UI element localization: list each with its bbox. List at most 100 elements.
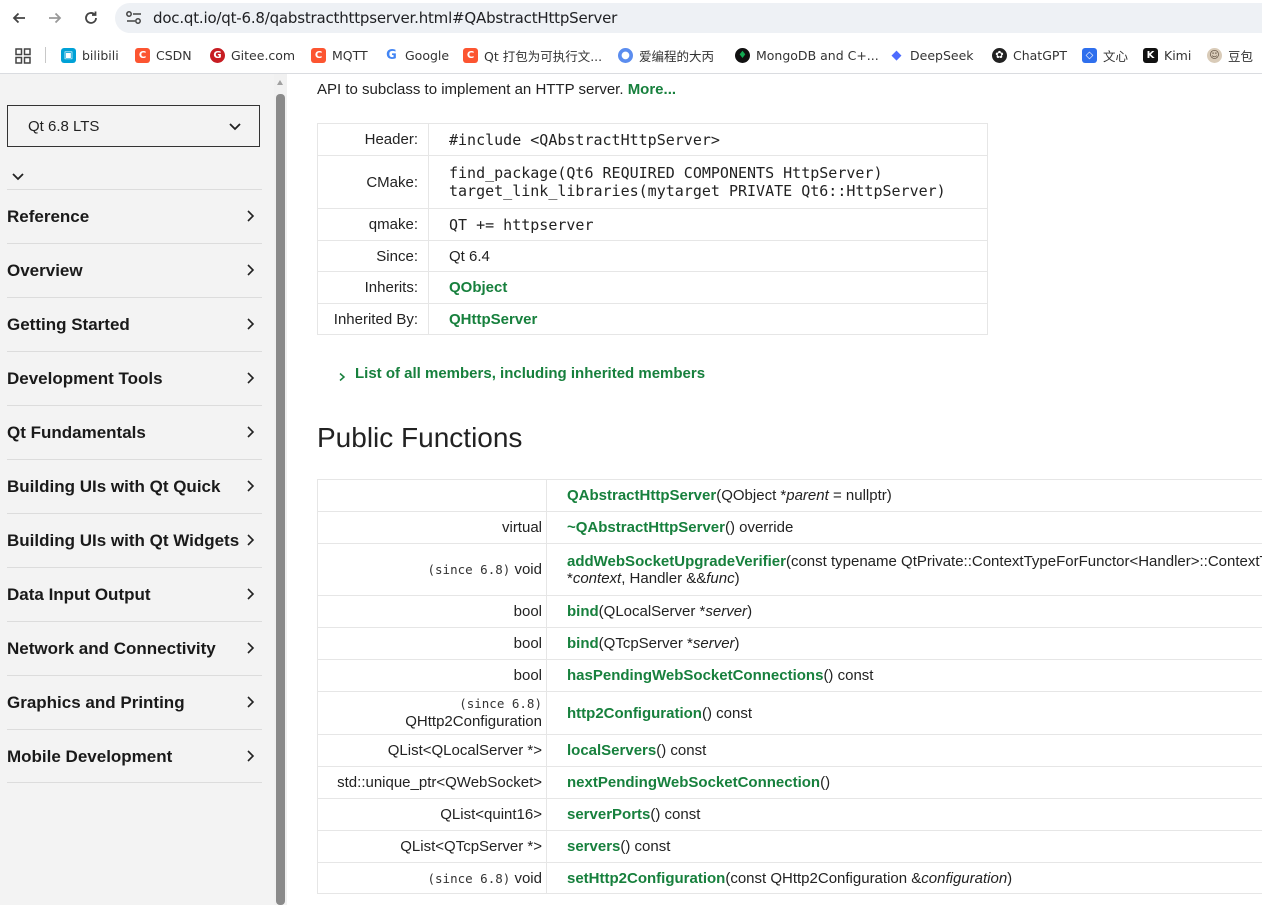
sidebar-item-label: Graphics and Printing xyxy=(7,693,185,712)
bookmark-deepseek[interactable]: ◆ DeepSeek xyxy=(889,45,974,65)
bookmark-mqtt[interactable]: C MQTT xyxy=(311,45,368,65)
return-type: virtual xyxy=(317,511,547,544)
function-signature: hasPendingWebSocketConnections() const xyxy=(546,659,1262,692)
bookmark-aibiancheng[interactable]: ● 爱编程的大丙 xyxy=(618,45,714,65)
function-row: bool bind(QLocalServer *server) xyxy=(317,595,1262,628)
inherits-link[interactable]: QObject xyxy=(449,279,507,296)
function-link[interactable]: setHttp2Configuration xyxy=(567,870,725,887)
function-row: bool bind(QTcpServer *server) xyxy=(317,627,1262,660)
sidebar-item-development-tools[interactable]: Development Tools xyxy=(7,351,262,405)
since-badge: (since 6.8) xyxy=(427,562,511,577)
since-badge: (since 6.8) xyxy=(459,696,542,711)
info-row-since: Since: Qt 6.4 xyxy=(317,240,988,272)
bookmark-google[interactable]: G Google xyxy=(384,45,449,65)
function-signature: setHttp2Configuration(const QHttp2Config… xyxy=(546,862,1262,894)
info-key: Inherits: xyxy=(317,271,429,304)
function-link[interactable]: nextPendingWebSocketConnection xyxy=(567,774,820,791)
all-members-toggle[interactable]: List of all members, including inherited… xyxy=(337,365,705,382)
sidebar-item-label: Reference xyxy=(7,207,90,226)
bookmark-gitee[interactable]: G Gitee.com xyxy=(210,45,295,65)
brief-text: API to subclass to implement an HTTP ser… xyxy=(317,81,624,98)
sidebar-item-label: Building UIs with Qt Quick xyxy=(7,477,221,496)
chevron-right-icon xyxy=(246,695,256,709)
bookmark-chatgpt[interactable]: ✿ ChatGPT xyxy=(992,45,1067,65)
url-text[interactable]: doc.qt.io/qt-6.8/qabstracthttpserver.htm… xyxy=(153,9,617,27)
function-link[interactable]: ~QAbstractHttpServer xyxy=(567,519,725,536)
function-row: QAbstractHttpServer(QObject *parent = nu… xyxy=(317,479,1262,512)
scroll-up-arrow-icon[interactable] xyxy=(277,80,283,85)
info-row-cmake: CMake: find_package(Qt6 REQUIRED COMPONE… xyxy=(317,155,988,209)
function-link[interactable]: bind xyxy=(567,635,599,652)
sidebar-item-data-input-output[interactable]: Data Input Output xyxy=(7,567,262,621)
sidebar-item-label: Building UIs with Qt Widgets xyxy=(7,531,240,550)
function-signature: localServers() const xyxy=(546,734,1262,767)
sidebar-item-overview[interactable]: Overview xyxy=(7,243,262,297)
kimi-icon: K xyxy=(1143,47,1158,63)
bookmark-wenxin[interactable]: ◇ 文心 xyxy=(1082,45,1128,65)
sidebar-item-label: Development Tools xyxy=(7,369,163,388)
info-key: Inherited By: xyxy=(317,303,429,335)
function-link[interactable]: QAbstractHttpServer xyxy=(567,487,716,504)
function-row: (since 6.8) QHttp2Configuration http2Conf… xyxy=(317,691,1262,735)
info-row-inherits: Inherits: QObject xyxy=(317,271,988,304)
function-row: virtual ~QAbstractHttpServer() override xyxy=(317,511,1262,544)
function-link[interactable]: servers xyxy=(567,838,620,855)
forward-icon[interactable] xyxy=(43,6,67,30)
bookmark-qt-packaging[interactable]: C Qt 打包为可执行文... xyxy=(463,45,602,65)
info-row-qmake: qmake: QT += httpserver xyxy=(317,208,988,241)
return-type: QList<quint16> xyxy=(317,798,547,831)
chevron-right-icon xyxy=(246,641,256,655)
chevron-down-icon xyxy=(227,118,243,134)
function-link[interactable]: bind xyxy=(567,603,599,620)
sidebar-item-graphics[interactable]: Graphics and Printing xyxy=(7,675,262,729)
function-row: std::unique_ptr<QWebSocket> nextPendingW… xyxy=(317,766,1262,799)
bilibili-icon: ▣ xyxy=(61,47,76,63)
function-link[interactable]: localServers xyxy=(567,742,656,759)
bookmarks-bar: ▣ bilibili C CSDN G Gitee.com C MQTT G Google… xyxy=(0,40,1262,70)
sidebar-item-qt-fundamentals[interactable]: Qt Fundamentals xyxy=(7,405,262,459)
function-link[interactable]: addWebSocketUpgradeVerifier xyxy=(567,553,786,570)
bookmark-bilibili[interactable]: ▣ bilibili xyxy=(61,45,119,65)
collapse-chevron-icon[interactable] xyxy=(11,170,25,182)
version-select[interactable]: Qt 6.8 LTS xyxy=(7,105,260,147)
function-signature: http2Configuration() const xyxy=(546,691,1262,735)
sidebar-item-network[interactable]: Network and Connectivity xyxy=(7,621,262,675)
sidebar-item-qt-widgets[interactable]: Building UIs with Qt Widgets xyxy=(7,513,262,567)
function-link[interactable]: serverPorts xyxy=(567,806,650,823)
function-row: bool hasPendingWebSocketConnections() co… xyxy=(317,659,1262,692)
reload-icon[interactable] xyxy=(79,6,103,30)
sidebar-item-qt-quick[interactable]: Building UIs with Qt Quick xyxy=(7,459,262,513)
inherited-by-link[interactable]: QHttpServer xyxy=(449,311,537,328)
address-bar[interactable]: doc.qt.io/qt-6.8/qabstracthttpserver.htm… xyxy=(115,3,1262,33)
function-link[interactable]: hasPendingWebSocketConnections xyxy=(567,667,823,684)
sidebar-item-getting-started[interactable]: Getting Started xyxy=(7,297,262,351)
bookmark-csdn[interactable]: C CSDN xyxy=(135,45,192,65)
bookmark-mongodb[interactable]: ♦ MongoDB and C+... xyxy=(735,45,879,65)
class-info-table: Header: #include <QAbstractHttpServer> C… xyxy=(317,123,988,335)
mongodb-icon: ♦ xyxy=(735,47,750,63)
chevron-right-icon xyxy=(246,425,256,439)
csdn-icon: C xyxy=(135,47,150,63)
bookmark-doubao[interactable]: ☺ 豆包 xyxy=(1207,45,1253,65)
function-link[interactable]: http2Configuration xyxy=(567,705,702,722)
scrollbar-thumb[interactable] xyxy=(276,94,285,905)
sidebar-item-label: Mobile Development xyxy=(7,747,173,766)
all-members-link[interactable]: List of all members, including inherited… xyxy=(355,365,705,382)
sidebar-item-reference[interactable]: Reference xyxy=(7,189,262,243)
info-key: Since: xyxy=(317,240,429,272)
bookmark-kimi[interactable]: K Kimi xyxy=(1143,45,1191,65)
function-row: (since 6.8) void addWebSocketUpgradeVeri… xyxy=(317,543,1262,596)
more-link[interactable]: More... xyxy=(628,81,676,98)
sidebar-item-label: Network and Connectivity xyxy=(7,639,216,658)
site-info-icon[interactable] xyxy=(125,10,143,26)
gitee-icon: G xyxy=(210,47,225,63)
doubao-icon: ☺ xyxy=(1207,47,1222,63)
return-type: bool xyxy=(317,659,547,692)
sidebar-scrollbar[interactable] xyxy=(274,74,287,905)
back-icon[interactable] xyxy=(7,6,31,30)
return-type: (since 6.8) void xyxy=(317,862,547,894)
chevron-right-icon xyxy=(246,533,256,547)
sidebar-item-mobile[interactable]: Mobile Development xyxy=(7,729,262,783)
deepseek-icon: ◆ xyxy=(889,47,904,63)
google-icon: G xyxy=(384,47,399,63)
